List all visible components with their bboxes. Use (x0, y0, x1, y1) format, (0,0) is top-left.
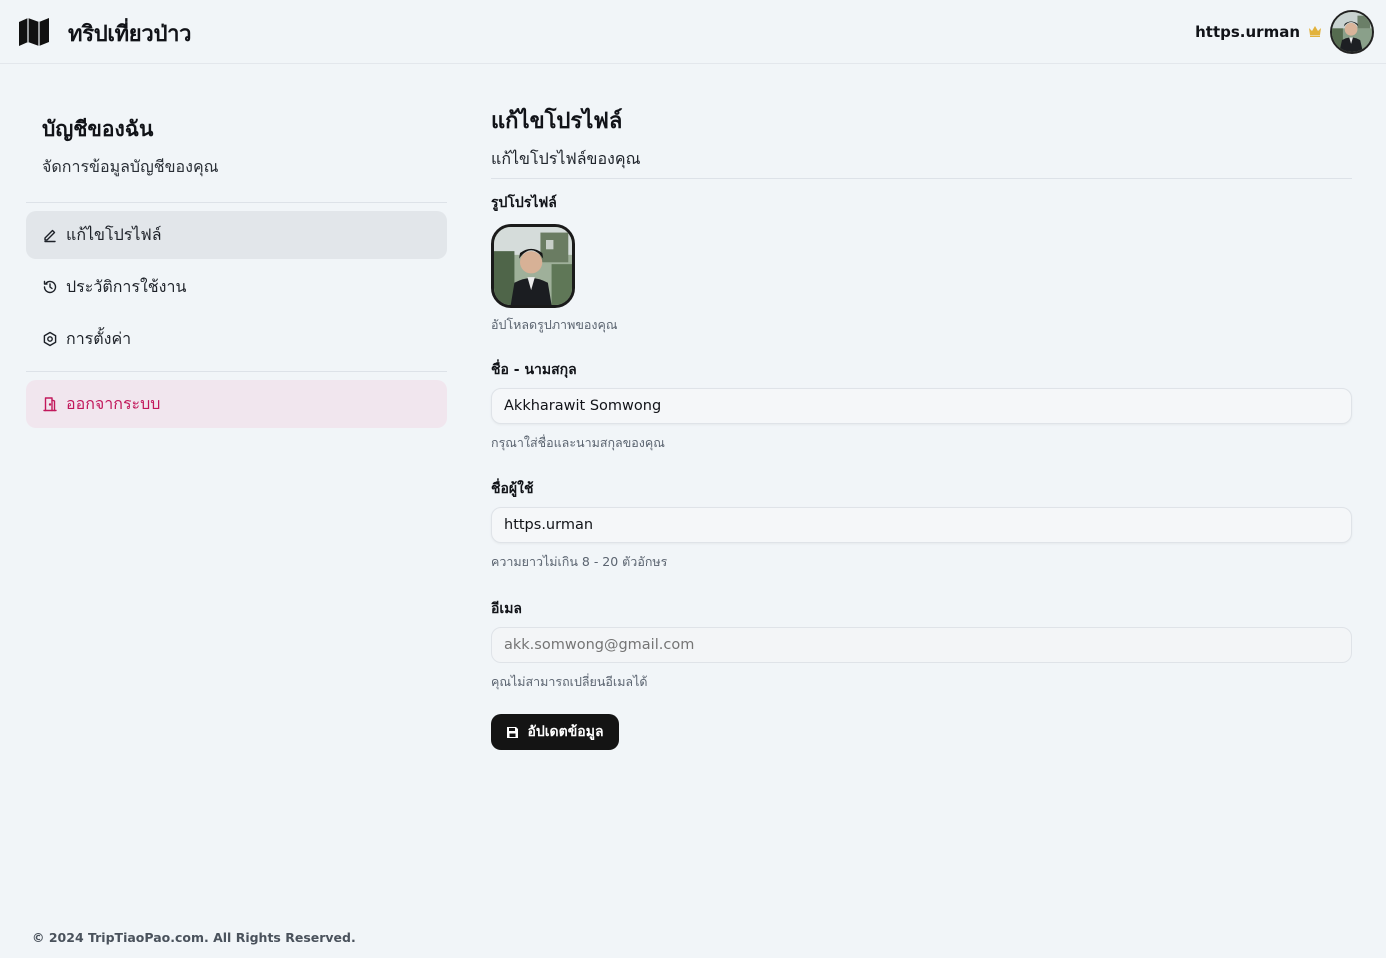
profile-photo-hint: อัปโหลดรูปภาพของคุณ (491, 317, 618, 332)
section-divider (491, 178, 1352, 179)
sidebar-item-history[interactable]: ประวัติการใช้งาน (26, 263, 447, 311)
email-input (491, 627, 1352, 663)
history-icon (42, 279, 58, 295)
update-profile-button[interactable]: อัปเดตข้อมูล (491, 714, 619, 750)
email-label: อีเมล (491, 601, 523, 617)
fullname-input[interactable] (491, 388, 1352, 424)
settings-icon (42, 331, 58, 347)
sidebar-title: บัญชีของฉัน (42, 117, 154, 141)
fullname-label: ชื่อ - นามสกุล (491, 362, 577, 378)
sidebar-item-edit-profile[interactable]: แก้ไขโปรไฟล์ (26, 211, 447, 259)
username-input[interactable] (491, 507, 1352, 543)
profile-photo-label: รูปโปรไฟล์ (491, 195, 557, 211)
map-logo-icon[interactable] (18, 17, 50, 47)
email-hint: คุณไม่สามารถเปลี่ยนอีเมลได้ (491, 674, 648, 689)
logout-label: ออกจากระบบ (66, 393, 161, 413)
sidebar-item-label: การตั้งค่า (66, 328, 132, 348)
sidebar-item-label: แก้ไขโปรไฟล์ (66, 224, 162, 244)
sidebar-divider (26, 202, 447, 203)
sidebar-item-settings[interactable]: การตั้งค่า (26, 315, 447, 363)
sidebar-divider (26, 371, 447, 372)
header-username[interactable]: https.urman (1195, 23, 1300, 41)
save-icon (507, 726, 519, 738)
sidebar-item-label: ประวัติการใช้งาน (66, 276, 187, 296)
page-subtitle: แก้ไขโปรไฟล์ของคุณ (491, 149, 641, 168)
user-avatar[interactable] (1330, 10, 1374, 54)
sidebar-subtitle: จัดการข้อมูลบัญชีของคุณ (42, 157, 219, 176)
profile-photo-upload[interactable] (491, 224, 575, 308)
door-exit-icon (42, 396, 58, 412)
update-button-label: อัปเดตข้อมูล (527, 724, 604, 740)
footer-copyright: © 2024 TripTiaoPao.com. All Rights Reser… (32, 930, 356, 945)
fullname-hint: กรุณาใส่ชื่อและนามสกุลของคุณ (491, 435, 665, 450)
brand-name[interactable]: ทริปเที่ยวป่าว (68, 16, 192, 51)
username-label: ชื่อผู้ใช้ (491, 481, 534, 497)
page-title: แก้ไขโปรไฟล์ (491, 109, 623, 134)
pencil-icon (42, 227, 58, 243)
username-hint: ความยาวไม่เกิน 8 - 20 ตัวอักษร (491, 554, 668, 569)
top-navbar: ทริปเที่ยวป่าว https.urman (0, 0, 1386, 64)
crown-icon (1309, 26, 1321, 37)
logout-button[interactable]: ออกจากระบบ (26, 380, 447, 428)
